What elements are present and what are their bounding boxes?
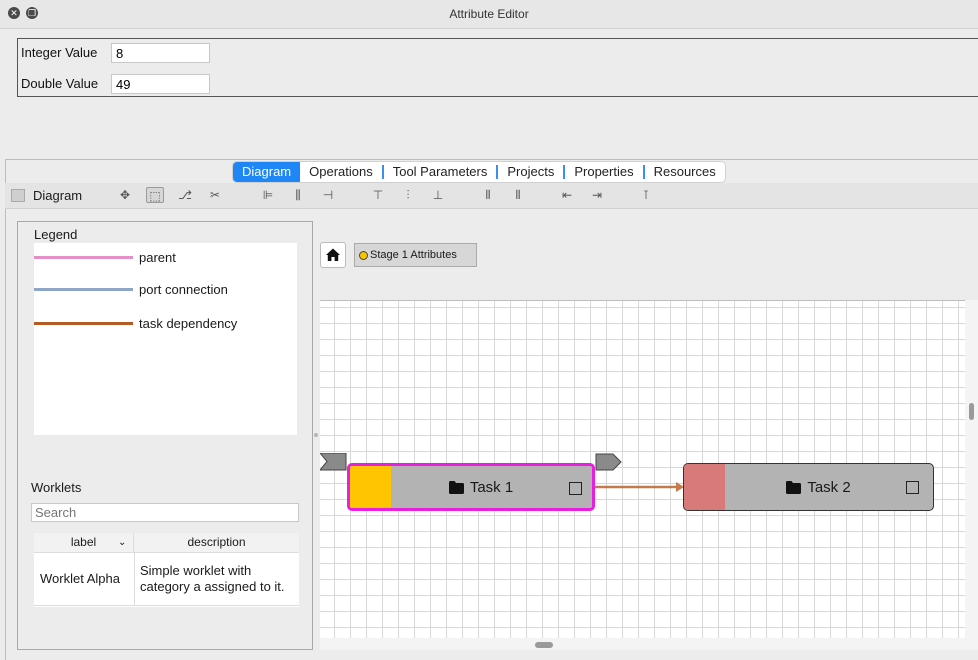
panel-border: [5, 160, 6, 660]
distribute-horizontal-icon[interactable]: ⫴: [479, 187, 497, 203]
vertical-scroll-thumb[interactable]: [969, 403, 974, 420]
align-middle-icon[interactable]: ⫶: [399, 187, 417, 203]
left-panel: Legend parent port connection task depen…: [17, 221, 313, 650]
legend-line-task-dependency: [34, 322, 133, 325]
splitter-handle[interactable]: [314, 433, 318, 437]
same-width-icon[interactable]: ⇤: [558, 187, 576, 203]
task-dependency-edge[interactable]: [594, 480, 686, 494]
tab-resources[interactable]: Resources: [645, 162, 725, 182]
double-value-label: Double Value: [21, 76, 99, 91]
table-row[interactable]: Worklet Alpha Simple worklet with catego…: [34, 553, 299, 606]
task-title: Task 2: [684, 464, 933, 510]
align-center-icon[interactable]: ⫼: [289, 187, 307, 203]
vertical-scrollbar[interactable]: [965, 300, 978, 638]
title-bar: ✕ ❐ Attribute Editor: [0, 0, 978, 29]
task-title: Task 1: [350, 466, 592, 508]
stage-breadcrumb[interactable]: Stage 1 Attributes: [354, 243, 477, 267]
column-header-label[interactable]: label ⌄: [34, 533, 134, 553]
diagram-toolbar: Diagram ✥ ⬚ ⎇ ✂ ⊫ ⫼ ⊣ ⊤ ⫶ ⊥ ⫴ ⫴ ⇤ ⇥ ⊺: [5, 183, 978, 209]
column-header-text: label: [70, 535, 97, 549]
folder-icon: [786, 480, 802, 494]
task-label: Task 1: [469, 478, 514, 496]
legend-line-parent: [34, 256, 133, 259]
panel-toggle-icon[interactable]: [11, 189, 25, 202]
worklet-description-line: Simple worklet with: [140, 563, 252, 578]
worklet-search-input[interactable]: [31, 503, 299, 522]
legend-label: parent: [139, 250, 176, 265]
legend: parent port connection task dependency: [34, 243, 297, 435]
tab-projects[interactable]: Projects: [498, 162, 563, 182]
worklet-label-cell: Worklet Alpha: [40, 571, 120, 586]
tab-tool-parameters[interactable]: Tool Parameters: [384, 162, 497, 182]
toolbar-title: Diagram: [33, 188, 83, 203]
column-divider: [134, 553, 135, 605]
stage-status-dot: [359, 251, 368, 260]
align-bottom-icon[interactable]: ⊥: [429, 187, 447, 203]
tab-properties[interactable]: Properties: [565, 162, 642, 182]
align-left-icon[interactable]: ⊫: [259, 187, 277, 203]
attribute-panel: Integer Value Double Value: [17, 38, 978, 97]
worklet-table: label ⌄ description Worklet Alpha Simple…: [34, 533, 299, 607]
stage-label: Stage 1 Attributes: [370, 249, 457, 261]
align-top-icon[interactable]: ⊤: [369, 187, 387, 203]
tab-diagram[interactable]: Diagram: [233, 162, 301, 182]
worklet-description-line: category a assigned to it.: [140, 579, 285, 594]
cut-tool-icon[interactable]: ✂: [206, 187, 224, 203]
task-checkbox[interactable]: [906, 481, 919, 494]
output-port-icon[interactable]: [595, 453, 623, 471]
column-header-description[interactable]: description: [134, 533, 299, 553]
connect-tool-icon[interactable]: ⎇: [176, 187, 194, 203]
task-label: Task 2: [807, 478, 851, 496]
legend-label: port connection: [139, 282, 228, 297]
worklets-title: Worklets: [31, 480, 82, 495]
integer-value-input[interactable]: [111, 43, 210, 63]
task-checkbox[interactable]: [569, 482, 582, 495]
distribute-vertical-icon[interactable]: ⫴: [509, 187, 527, 203]
layout-icon[interactable]: ⊺: [637, 187, 655, 203]
tab-bar: Diagram Operations Tool Parameters Proje…: [232, 161, 726, 183]
chevron-down-icon[interactable]: ⌄: [118, 533, 126, 552]
legend-title: Legend: [34, 227, 78, 242]
integer-value-label: Integer Value: [21, 45, 98, 60]
home-button[interactable]: [320, 242, 346, 268]
select-tool-icon[interactable]: ⬚: [146, 187, 164, 203]
splitter[interactable]: [5, 159, 978, 160]
legend-line-port-connection: [34, 288, 133, 291]
legend-label: task dependency: [139, 316, 238, 331]
input-port-icon[interactable]: [320, 453, 348, 471]
folder-icon: [448, 480, 464, 494]
task-node[interactable]: Task 1: [347, 463, 595, 511]
horizontal-scroll-thumb[interactable]: [535, 642, 553, 648]
horizontal-scrollbar[interactable]: [320, 638, 978, 650]
window-title: Attribute Editor: [449, 7, 529, 21]
same-height-icon[interactable]: ⇥: [588, 187, 606, 203]
tab-operations[interactable]: Operations: [300, 162, 382, 182]
double-value-input[interactable]: [111, 74, 210, 94]
align-right-icon[interactable]: ⊣: [319, 187, 337, 203]
task-node[interactable]: Task 2: [683, 463, 934, 511]
home-icon: [326, 248, 340, 261]
move-tool-icon[interactable]: ✥: [116, 187, 134, 203]
